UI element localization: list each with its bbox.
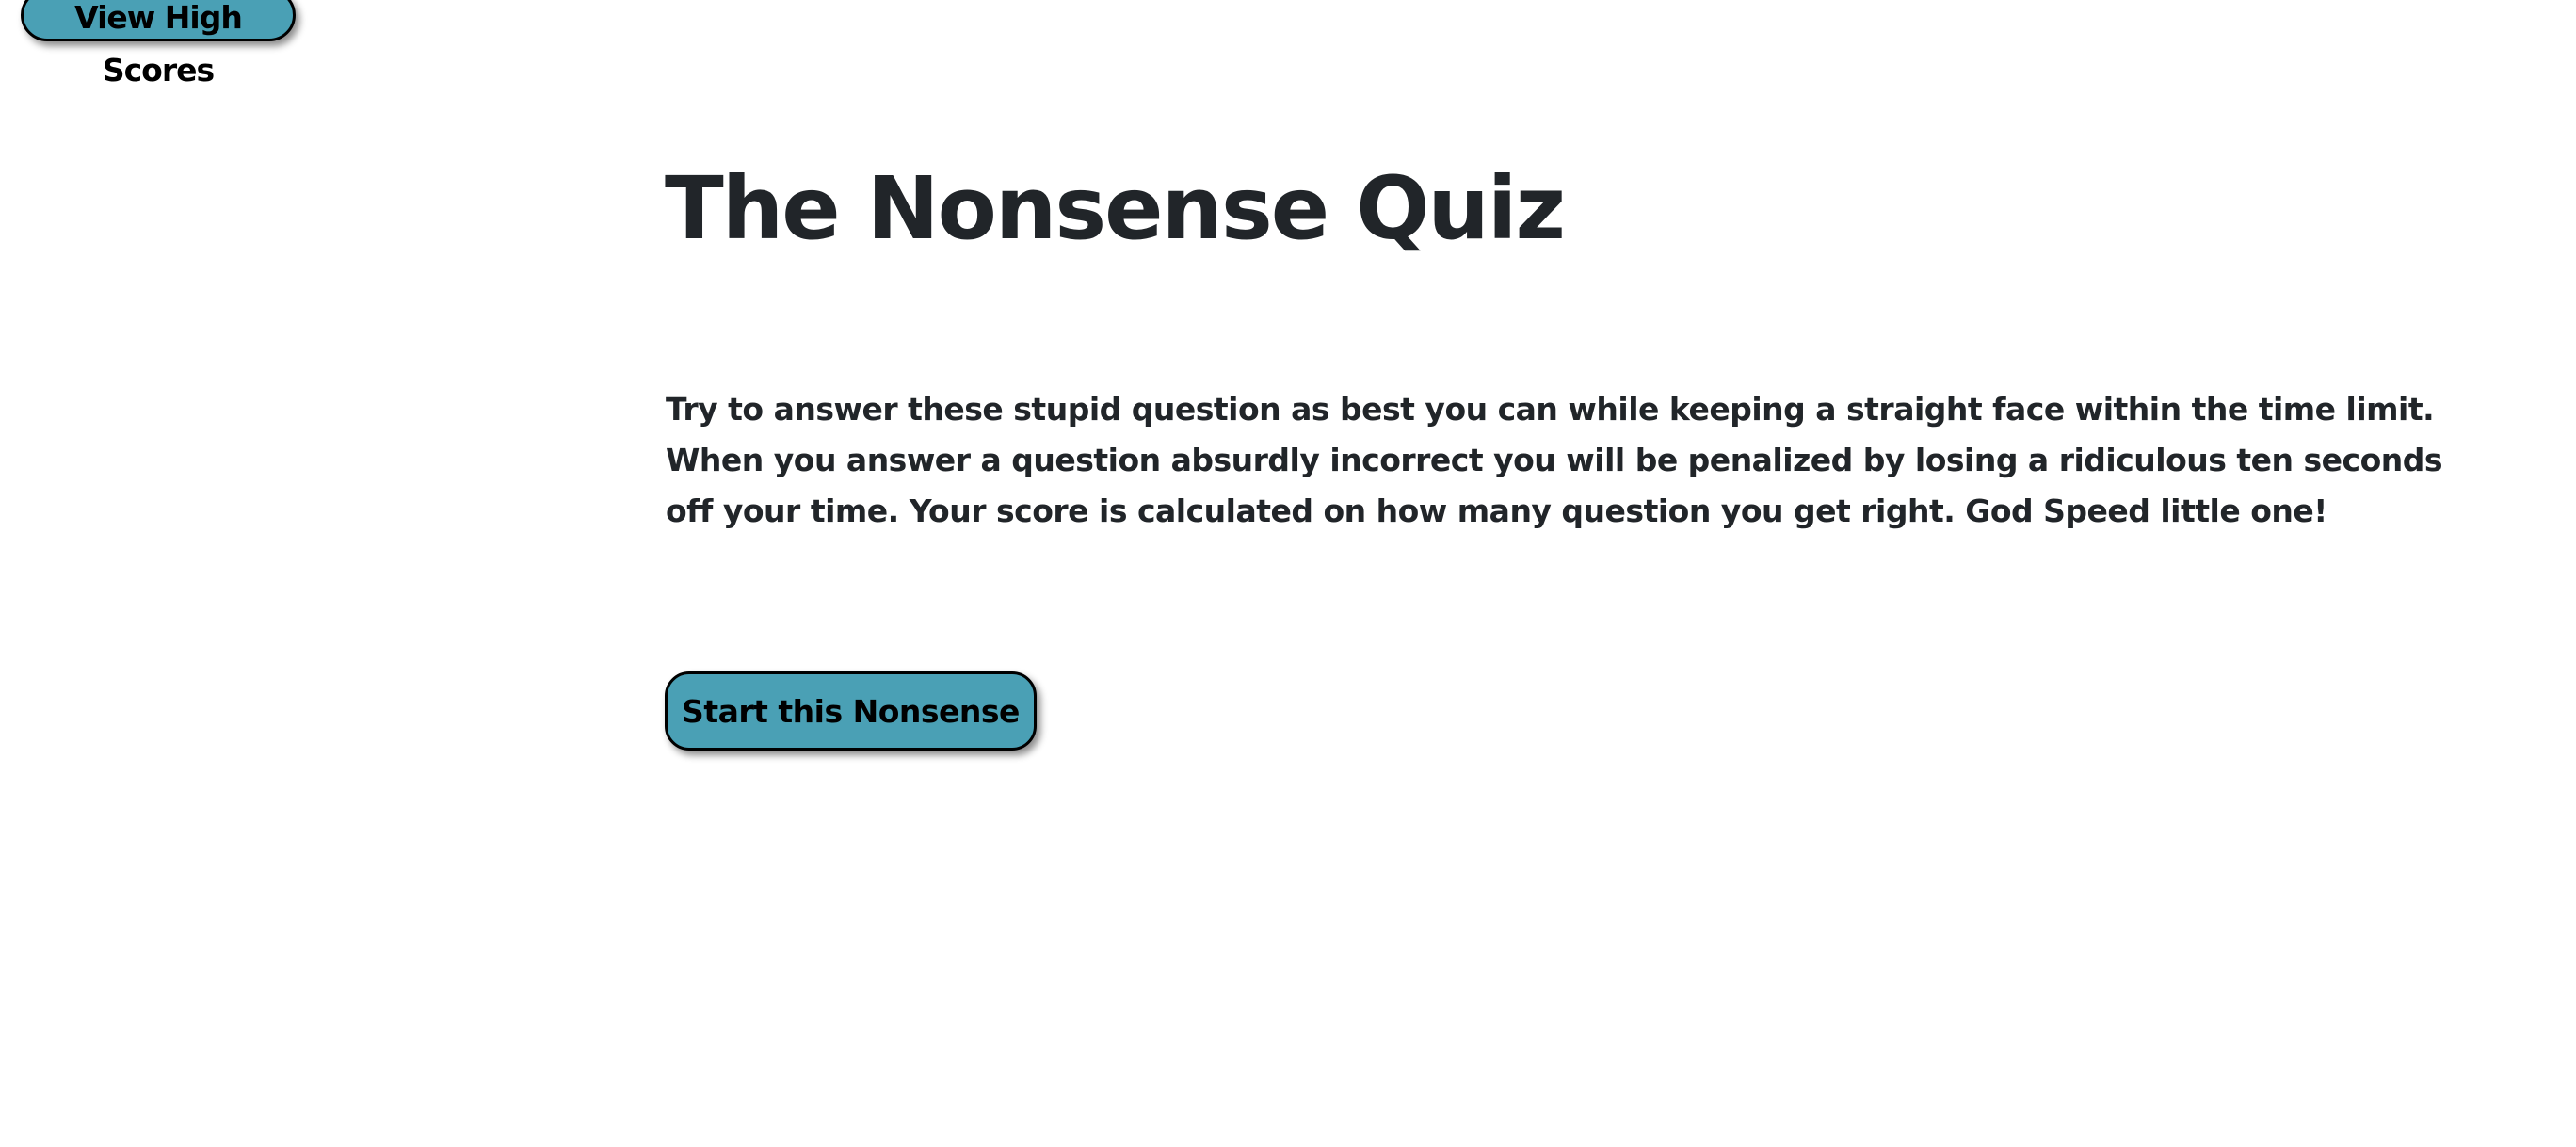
page-title: The Nonsense Quiz <box>665 158 1566 259</box>
start-quiz-button[interactable]: Start this Nonsense <box>665 671 1037 751</box>
view-high-scores-button[interactable]: View High Scores <box>21 0 296 89</box>
quiz-instructions: Try to answer these stupid question as b… <box>666 391 2443 529</box>
